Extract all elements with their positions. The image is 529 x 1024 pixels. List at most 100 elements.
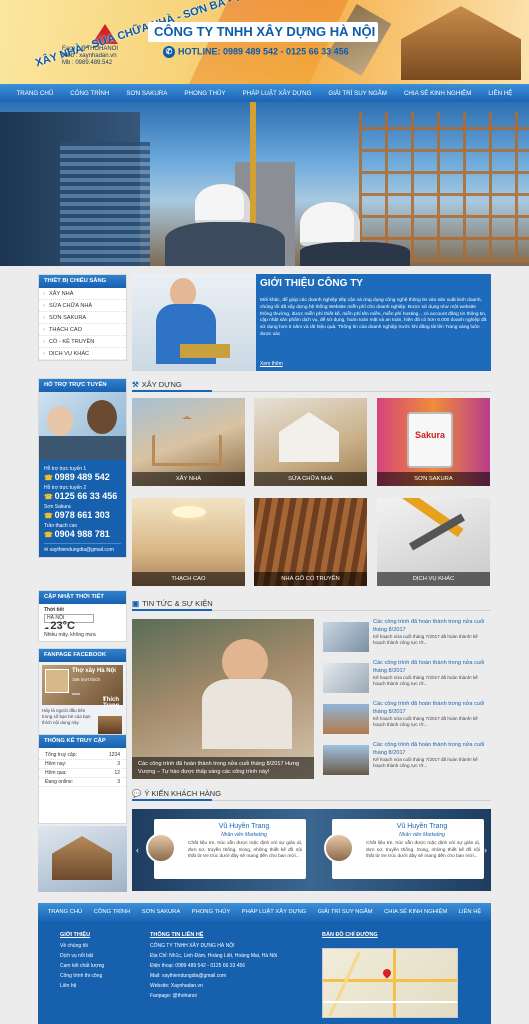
support-phone[interactable]: 0904 988 781 [44,529,121,539]
footer-link[interactable]: Dịch vụ nổi bật [60,951,104,961]
tile-caption: DỊCH VỤ KHÁC [377,572,490,586]
company-intro: GIỚI THIỆU CÔNG TY Mời khác, để giúp các… [132,274,491,371]
footer-contact-line[interactable]: Website: Xaynhadan.vn [150,981,277,991]
footer-about-title: GIỚI THIỆU [60,932,91,938]
tile-caption: SỬA CHỮA NHÀ [254,472,367,486]
nav-item-sakura[interactable]: SƠN SAKURA [126,90,167,97]
section-build-label: XÂY DỰNG [141,380,182,389]
nav-item-contact[interactable]: LIÊN HỆ [488,90,512,97]
customer-avatar [146,833,176,863]
facebook-like-button[interactable]: f Thích Trang [72,693,119,709]
news-thumbnail [323,745,369,775]
footer-nav-item[interactable]: PHÁP LUẬT XÂY DỰNG [242,909,307,915]
news-thumbnail [323,622,369,652]
category-item[interactable]: SỬA CHỮA NHÀ [39,300,126,312]
map-pin-icon [381,967,393,979]
news-item[interactable]: Các công trình đã hoàn thành trong nửa c… [323,619,493,655]
tile-caption: XÂY NHÀ [132,472,245,486]
facebook-avatar [45,669,69,693]
next-arrow-icon[interactable]: › [484,845,487,855]
read-more-link[interactable]: Xem thêm [260,361,283,367]
page: XÂY NHÀ - SỬA CHỮA NHÀ - SƠN BẢ - THẠCH … [0,0,529,1024]
featured-news[interactable]: Các công trình đã hoàn thành trong nửa c… [132,619,314,779]
hotline: ✆ HOTLINE: 0989 489 542 - 0125 66 33 456 [163,46,349,58]
footer-contact-title: THÔNG TIN LIÊN HỆ [150,932,204,938]
support-phone[interactable]: 0125 66 33 456 [44,491,121,501]
news-item[interactable]: Các công trình đã hoàn thành trong nửa c… [323,660,493,696]
nav-item-fengshui[interactable]: PHONG THỦY [184,90,225,97]
hotline-text: HOTLINE: 0989 489 542 - 0125 66 33 456 [178,46,349,57]
tile-nha-go-co-truyen[interactable]: NHÀ GỖ CỔ TRUYỀN [254,498,367,586]
tool-belt [180,344,230,358]
support-email[interactable]: ✉ xaythiendungdia@gmail.com [44,543,121,553]
support-phone[interactable]: 0989 489 542 [44,472,121,482]
nav-item-experience[interactable]: CHIA SẺ KINH NGHIỆM [404,90,471,97]
intro-title: GIỚI THIỆU CÔNG TY [260,278,363,289]
footer-link[interactable]: Công trình thi công [60,971,104,981]
footer-nav-item[interactable]: TRANG CHỦ [48,909,82,915]
building-image [60,142,150,266]
directions-map[interactable] [322,948,458,1018]
stats-list: Tổng truy cập: 1234 Hôm nay: 3 Hôm qua: 12 … [39,748,126,787]
facebook-page-name[interactable]: Thợ xây Hà Nội [72,668,116,674]
prev-arrow-icon[interactable]: ‹ [136,845,139,855]
footer-nav-item[interactable]: LIÊN HỆ [459,909,482,915]
logo[interactable]: XÂY NHÀ - SỬA CHỮA NHÀ - SƠN BẢ - THẠCH … [30,0,299,80]
footer-nav-item[interactable]: PHONG THỦY [192,909,231,915]
scaffold-image [359,112,529,262]
facebook-like-label: Thích Trang [103,697,120,709]
nav-item-home[interactable]: TRANG CHỦ [16,90,53,97]
stats-value: 3 [117,761,120,767]
news-item[interactable]: Các công trình đã hoàn thành trong nửa c… [323,742,493,778]
category-item[interactable]: THẠCH CAO [39,324,126,336]
house-image [279,412,339,462]
footer-nav-item[interactable]: CHIA SẺ KINH NGHIỆM [384,909,447,915]
footer-link[interactable]: Về chúng tôi [60,941,104,951]
section-testimonials-title: 💬 Ý KIẾN KHÁCH HÀNG [132,789,491,801]
news-excerpt: Kế hoạch nửa cuối tháng 7/2017 đã hoàn t… [373,634,478,646]
tile-dich-vu-khac[interactable]: DỊCH VỤ KHÁC [377,498,490,586]
customer-avatar [324,833,354,863]
footer-nav-item[interactable]: SƠN SAKURA [142,909,180,915]
news-item[interactable]: Các công trình đã hoàn thành trong nửa c… [323,701,493,737]
logo-info-line: Face : @THOHANOI [62,46,119,52]
weather-label: Thời tiết [44,607,64,613]
house-shape [52,836,112,880]
category-item[interactable]: DỊCH VỤ KHÁC [39,348,126,360]
nav-item-projects[interactable]: CÔNG TRÌNH [70,90,109,97]
tile-sua-chua-nha[interactable]: SỬA CHỮA NHÀ [254,398,367,486]
facebook-title: FANPAGE FACEBOOK [39,649,126,662]
category-item[interactable]: CỔ - KÊ TRUYỀN [39,336,126,348]
phone-icon: ✆ [163,46,175,58]
stats-box: THỐNG KÊ TRUY CẬP Tổng truy cập: 1234 Hôm… [38,734,127,824]
footer-link[interactable]: Liên hệ [60,981,104,991]
news-title[interactable]: Các công trình đã hoàn thành trong nửa c… [373,701,493,716]
facebook-cover: Thợ xây Hà Nội 156 lượt thích f Thích Tr… [42,665,123,709]
support-phone[interactable]: 0978 661 303 [44,510,121,520]
tile-son-sakura[interactable]: Sakura SƠN SAKURA [377,398,490,486]
nav-item-law[interactable]: PHÁP LUẬT XÂY DỰNG [243,90,312,97]
nav-item-entertainment[interactable]: GIẢI TRÍ SUY NGẪM [328,90,387,97]
footer-contact-line[interactable]: Mail: xaythiendungdia@gmail.com [150,971,277,981]
footer-contact-line[interactable]: Fanpage: @thohanoi [150,991,277,1001]
footer-nav-item[interactable]: CÔNG TRÌNH [94,909,131,915]
footer-map-col: BẢN ĐỒ CHỈ ĐƯỜNG [322,932,378,941]
site-footer: TRANG CHỦ CÔNG TRÌNH SƠN SAKURA PHONG TH… [38,903,491,1024]
testimonial-card: Vũ Huyền Trang Nhân viên Marketing Chất … [324,819,484,879]
category-item[interactable]: SƠN SAKURA [39,312,126,324]
tile-xay-nha[interactable]: XÂY NHÀ [132,398,245,486]
news-title[interactable]: Các công trình đã hoàn thành trong nửa c… [373,660,493,675]
news-title[interactable]: Các công trình đã hoàn thành trong nửa c… [373,619,493,634]
support-photo [39,392,126,460]
footer-link[interactable]: Cam kết chất lượng [60,961,104,971]
stats-title: THỐNG KÊ TRUY CẬP [39,735,126,748]
news-title[interactable]: Các công trình đã hoàn thành trong nửa c… [373,742,493,757]
footer-nav-item[interactable]: GIẢI TRÍ SUY NGẪM [318,909,373,915]
news-excerpt: Kế hoạch nửa cuối tháng 7/2017 đã hoàn t… [373,757,478,769]
helmet-image [195,184,250,224]
category-box: THIẾT BỊ CHIẾU SÁNG XÂY NHÀ SỬA CHỮA NHÀ… [38,274,127,361]
category-item[interactable]: XÂY NHÀ [39,288,126,300]
stats-row: Hôm qua: 12 [39,769,126,778]
tile-thach-cao[interactable]: THẠCH CAO [132,498,245,586]
stats-label: Tổng truy cập: [45,752,77,758]
